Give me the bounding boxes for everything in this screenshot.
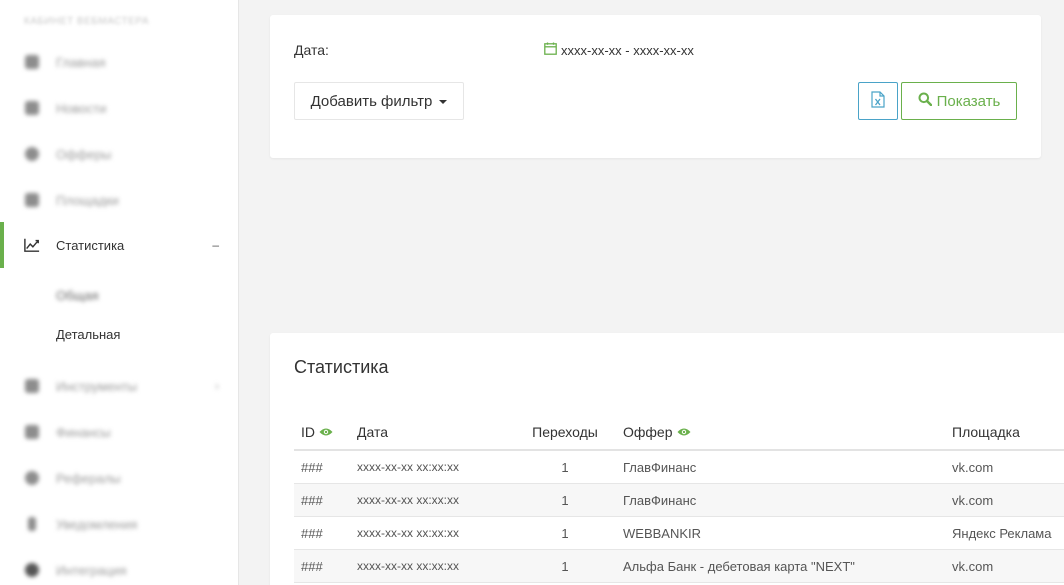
integration-icon xyxy=(24,562,40,578)
cell-date: xxxx-xx-xx xx:xx:xx xyxy=(357,559,459,573)
sidebar: Кабинет вебмастера Главная Новости Оффер… xyxy=(0,0,239,585)
column-header-clicks: Переходы xyxy=(532,424,598,440)
sidebar-item-label: Интеграция xyxy=(56,562,127,578)
cell-offer: WEBBANKIR xyxy=(623,525,702,541)
table-row[interactable]: ### xxxx-xx-xx xx:xx:xx 1 WEBBANKIR Янде… xyxy=(294,517,1064,550)
table-row[interactable]: ### xxxx-xx-xx xx:xx:xx 1 Альфа Банк - д… xyxy=(294,550,1064,583)
sidebar-item-label: Уведомления xyxy=(56,516,138,532)
column-header-site: Площадка xyxy=(952,424,1020,440)
filter-panel: Дата: xxxx-xx-xx - xxxx-xx-xx Добавить ф… xyxy=(270,15,1041,158)
cell-id: ### xyxy=(301,525,323,541)
cell-offer: ГлавФинанс xyxy=(623,459,697,475)
sidebar-item-referrals[interactable]: Рефералы xyxy=(0,455,239,501)
caret-down-icon xyxy=(439,100,448,104)
tools-icon xyxy=(24,378,40,394)
eye-icon[interactable] xyxy=(677,424,691,440)
cell-offer: ГлавФинанс xyxy=(623,492,697,508)
sidebar-heading: Кабинет вебмастера xyxy=(24,16,150,27)
sidebar-item-label: Главная xyxy=(56,54,106,70)
cell-date: xxxx-xx-xx xx:xx:xx xyxy=(357,460,459,474)
cell-date: xxxx-xx-xx xx:xx:xx xyxy=(357,493,459,507)
sidebar-item-label: Статистика xyxy=(56,237,125,253)
sites-icon xyxy=(24,192,40,208)
cell-site: Яндекс Реклама xyxy=(952,525,1052,541)
home-icon xyxy=(24,54,40,70)
cell-site: vk.com xyxy=(952,492,994,508)
finance-icon xyxy=(24,424,40,440)
search-icon xyxy=(918,92,932,110)
date-range-picker[interactable]: xxxx-xx-xx - xxxx-xx-xx xyxy=(544,42,694,58)
add-filter-label: Добавить фильтр xyxy=(310,92,433,110)
show-button[interactable]: Показать xyxy=(901,82,1017,120)
date-range-value: xxxx-xx-xx - xxxx-xx-xx xyxy=(561,42,694,58)
export-excel-button[interactable] xyxy=(858,82,898,120)
sidebar-item-news[interactable]: Новости xyxy=(0,85,239,131)
table-header-row: ID Дата Переходы Оффер Площадка xyxy=(294,415,1064,451)
table-row[interactable]: ### xxxx-xx-xx xx:xx:xx 1 ГлавФинанс vk.… xyxy=(294,451,1064,484)
cell-date: xxxx-xx-xx xx:xx:xx xyxy=(357,526,459,540)
cell-offer: Альфа Банк - дебетовая карта "NEXT" xyxy=(623,558,855,574)
column-header-offer[interactable]: Оффер xyxy=(623,415,691,449)
sidebar-item-statistics[interactable]: Статистика – xyxy=(0,222,239,268)
cell-id: ### xyxy=(301,459,323,475)
sidebar-item-label: Офферы xyxy=(56,146,112,162)
offers-icon xyxy=(24,146,40,162)
sidebar-item-label: Площадки xyxy=(56,192,119,208)
cell-id: ### xyxy=(301,492,323,508)
statistics-panel: Статистика ID Дата Переходы Оффер Площад… xyxy=(270,333,1064,585)
news-icon xyxy=(24,100,40,116)
cell-clicks: 1 xyxy=(561,459,569,475)
cell-clicks: 1 xyxy=(561,525,569,541)
notifications-icon xyxy=(24,516,40,532)
statistics-table: ID Дата Переходы Оффер Площадка ### xxxx… xyxy=(294,415,1064,583)
date-label: Дата: xyxy=(294,42,329,58)
column-header-label: ID xyxy=(301,424,315,440)
chart-line-icon xyxy=(24,237,40,253)
statistics-title: Статистика xyxy=(294,357,389,377)
table-row[interactable]: ### xxxx-xx-xx xx:xx:xx 1 ГлавФинанс vk.… xyxy=(294,484,1064,517)
show-button-label: Показать xyxy=(936,92,1001,110)
collapse-toggle[interactable]: – xyxy=(212,238,219,252)
calendar-icon xyxy=(544,42,557,58)
referrals-icon xyxy=(24,470,40,486)
add-filter-button[interactable]: Добавить фильтр xyxy=(294,82,464,120)
column-header-date: Дата xyxy=(357,424,389,440)
cell-site: vk.com xyxy=(952,459,994,475)
column-header-label: Оффер xyxy=(623,424,673,440)
sidebar-item-tools[interactable]: Инструменты › xyxy=(0,363,239,409)
cell-id: ### xyxy=(301,558,323,574)
cell-site: vk.com xyxy=(952,558,994,574)
sidebar-item-label: Финансы xyxy=(56,424,111,440)
sidebar-item-label: Рефералы xyxy=(56,470,121,486)
sidebar-item-integration[interactable]: Интеграция xyxy=(0,547,239,585)
sidebar-item-label: Инструменты xyxy=(56,378,138,394)
sidebar-subitem-general[interactable]: Общая xyxy=(56,288,99,303)
cell-clicks: 1 xyxy=(561,492,569,508)
sidebar-item-offers[interactable]: Офферы xyxy=(0,131,239,177)
sidebar-subitem-detailed[interactable]: Детальная xyxy=(56,327,120,342)
sidebar-item-finance[interactable]: Финансы xyxy=(0,409,239,455)
sidebar-item-sites[interactable]: Площадки xyxy=(0,177,239,223)
column-header-id[interactable]: ID xyxy=(301,415,333,449)
sidebar-item-notifications[interactable]: Уведомления xyxy=(0,501,239,547)
sidebar-item-label: Новости xyxy=(56,100,107,116)
sidebar-item-home[interactable]: Главная xyxy=(0,39,239,85)
eye-icon[interactable] xyxy=(319,424,333,440)
excel-file-icon xyxy=(871,91,885,111)
chevron-icon: › xyxy=(215,379,219,393)
cell-clicks: 1 xyxy=(561,558,569,574)
